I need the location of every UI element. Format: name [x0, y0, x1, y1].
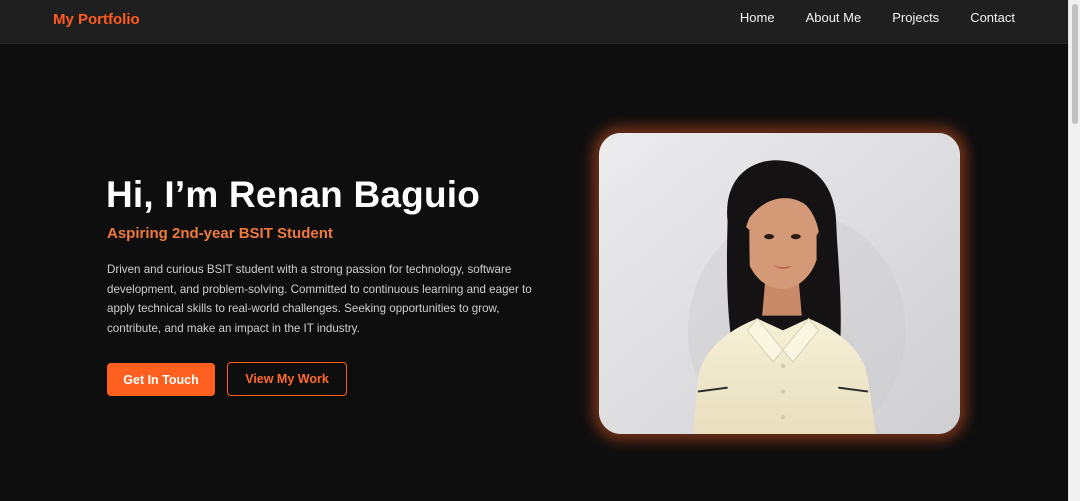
page: My Portfolio Home About Me Projects Cont… — [0, 0, 1080, 501]
nav-link-about-me[interactable]: About Me — [806, 10, 862, 26]
hero-description: Driven and curious BSIT student with a s… — [107, 263, 532, 335]
profile-photo — [597, 131, 962, 436]
profile-photo-illustration — [599, 133, 960, 434]
scrollbar-thumb[interactable] — [1072, 4, 1078, 124]
view-my-work-button[interactable]: View My Work — [227, 362, 347, 396]
vertical-scrollbar[interactable] — [1068, 0, 1080, 501]
nav-link-contact[interactable]: Contact — [970, 10, 1015, 26]
hero-subtitle: Aspiring 2nd-year BSIT Student — [107, 225, 333, 242]
get-in-touch-button[interactable]: Get In Touch — [107, 363, 215, 396]
brand-logo[interactable]: My Portfolio — [53, 11, 140, 28]
nav-link-home[interactable]: Home — [740, 10, 775, 26]
viewport: My Portfolio Home About Me Projects Cont… — [0, 0, 1068, 501]
navbar: My Portfolio Home About Me Projects Cont… — [0, 0, 1068, 44]
nav-links: Home About Me Projects Contact — [709, 10, 1015, 26]
nav-link-projects[interactable]: Projects — [892, 10, 939, 26]
hero-title: Hi, I’m Renan Baguio — [106, 174, 481, 215]
